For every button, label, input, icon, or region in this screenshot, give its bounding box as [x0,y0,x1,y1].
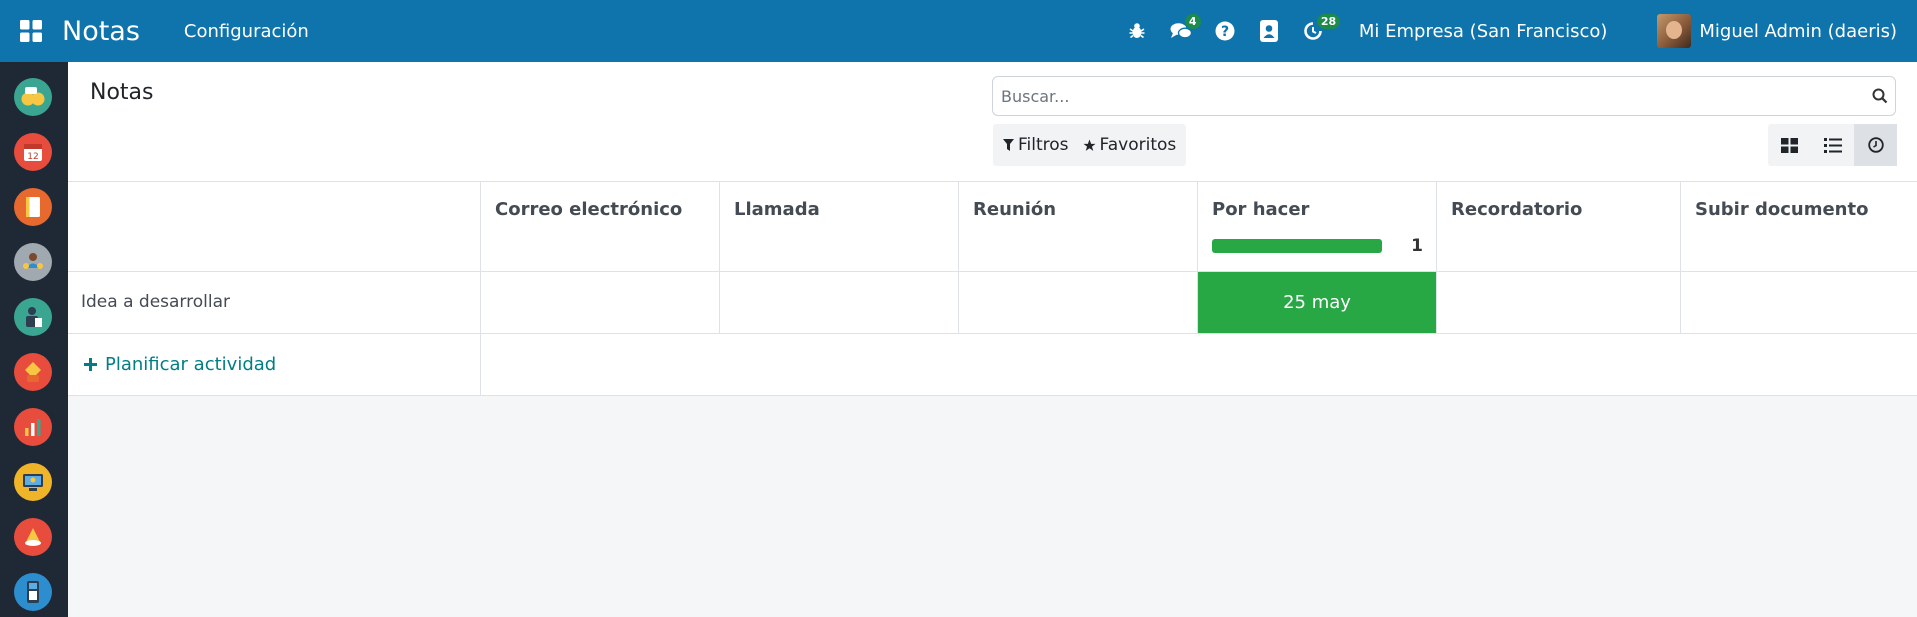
filter-icon [1003,139,1014,151]
apps-menu-icon[interactable] [0,0,62,62]
svg-text:12: 12 [27,152,38,162]
progress-fill [1212,239,1382,253]
chat-icon[interactable]: 4 [1159,0,1203,62]
column-title: Correo electrónico [495,199,683,220]
website-icon[interactable] [14,463,52,501]
activity-count: 1 [1411,236,1423,256]
contacts-icon[interactable] [14,243,52,281]
page-title: Notas [90,80,154,105]
column-header: Por hacer 1 [1198,182,1437,271]
activity-view-icon[interactable] [1854,124,1897,166]
systray: 4 ? 28 Mi Empresa (San Francisco) Miguel… [1115,0,1917,62]
app-sidebar: 12 [0,62,68,617]
activity-cell-todo[interactable]: 25 may [1198,272,1437,333]
calendar-icon[interactable]: 12 [14,133,52,171]
record-name[interactable]: Idea a desarrollar [68,272,481,333]
header-record-column [68,182,481,271]
progress-bar [1212,239,1382,253]
column-header: Recordatorio [1437,182,1681,271]
column-title: Llamada [734,199,820,220]
view-switcher [1768,124,1897,166]
activity-cell[interactable] [1681,272,1917,333]
column-header: Correo electrónico [481,182,720,271]
activity-cell[interactable] [959,272,1198,333]
activity-grid: Correo electrónico Llamada Reunión Por h… [68,182,1917,396]
pos-icon[interactable] [14,573,52,611]
activity-cell[interactable] [481,272,720,333]
column-header: Reunión [959,182,1198,271]
plus-icon [84,358,97,371]
grid-header: Correo electrónico Llamada Reunión Por h… [68,182,1917,272]
contacts-book-icon[interactable] [1247,0,1291,62]
schedule-activity-button[interactable]: Planificar actividad [68,334,481,395]
sales-icon[interactable] [14,353,52,391]
column-progress[interactable]: 1 [1212,236,1423,256]
schedule-activity-label: Planificar actividad [105,354,277,375]
svg-text:?: ? [1221,24,1229,40]
notes-icon[interactable] [14,188,52,226]
control-panel: Notas Filtros Favoritos [68,62,1917,182]
help-icon[interactable]: ? [1203,0,1247,62]
favorites-button[interactable]: Favoritos [1083,135,1177,155]
column-title: Reunión [973,199,1057,220]
company-switcher[interactable]: Mi Empresa (San Francisco) [1359,21,1608,42]
chat-badge: 4 [1184,14,1201,29]
activity-badge: 28 [1316,14,1341,29]
top-navbar: Notas Configuración 4 ? 28 Mi Empresa (S… [0,0,1917,62]
star-icon [1083,139,1095,151]
column-title: Por hacer [1212,199,1310,220]
expenses-icon[interactable] [14,518,52,556]
bug-icon[interactable] [1115,0,1159,62]
filters-button[interactable]: Filtros [1003,135,1069,155]
search-icon[interactable] [1865,88,1895,104]
discuss-icon[interactable] [14,78,52,116]
search-bar [992,76,1896,116]
column-header: Llamada [720,182,959,271]
favorites-label: Favoritos [1099,135,1177,155]
avatar [1657,14,1692,48]
column-header: Subir documento [1681,182,1917,271]
activity-cell[interactable] [720,272,959,333]
crm-icon[interactable] [14,298,52,336]
activity-cell[interactable] [1437,272,1681,333]
user-menu[interactable]: Miguel Admin (daeris) [1657,14,1897,48]
dashboards-icon[interactable] [14,408,52,446]
activity-clock-icon[interactable]: 28 [1291,0,1341,62]
app-title[interactable]: Notas [62,16,140,47]
menu-configuration[interactable]: Configuración [184,21,309,42]
search-input[interactable] [1001,86,1865,106]
filters-label: Filtros [1018,135,1069,155]
table-row: Idea a desarrollar 25 may [68,272,1917,334]
kanban-view-icon[interactable] [1768,124,1811,166]
column-title: Subir documento [1695,199,1869,220]
list-view-icon[interactable] [1811,124,1854,166]
add-activity-row: Planificar actividad [68,334,1917,396]
search-options: Filtros Favoritos [993,124,1187,166]
user-name: Miguel Admin (daeris) [1699,20,1897,42]
column-title: Recordatorio [1451,199,1583,220]
empty-row-area [481,334,1917,395]
